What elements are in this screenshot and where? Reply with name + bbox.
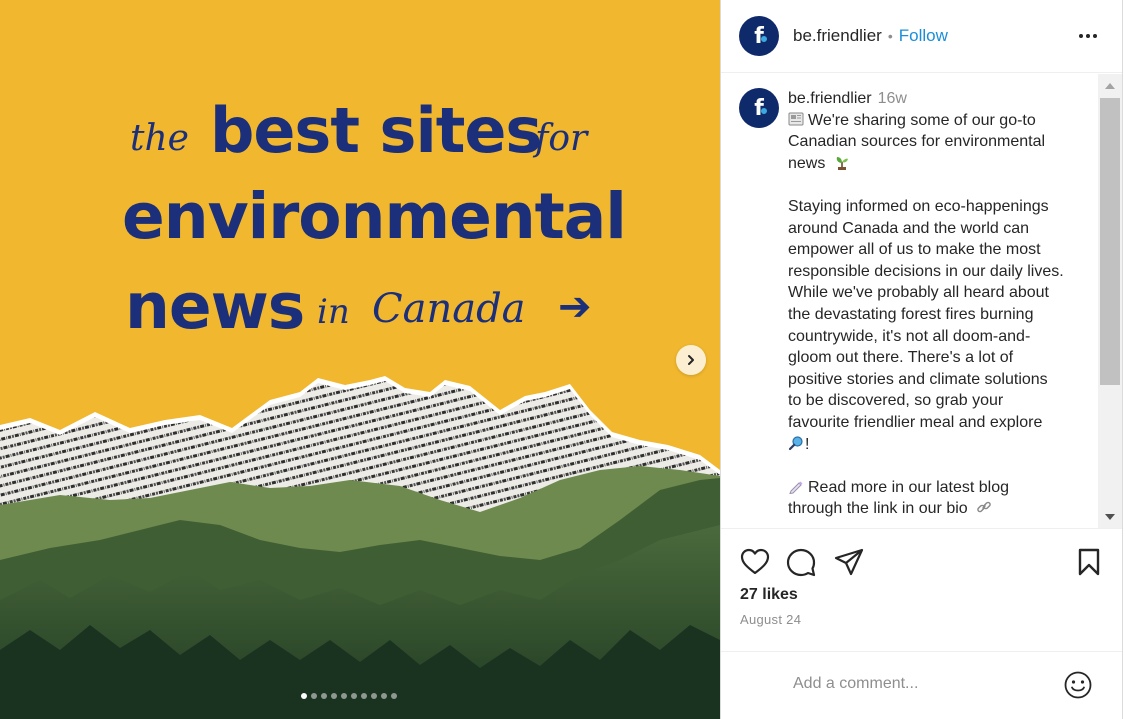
avatar[interactable]: f [739, 16, 779, 56]
paper-plane-icon [834, 548, 864, 576]
caption-line: countrywide, it's not all doom-and- [788, 327, 1031, 345]
carousel-dot [321, 693, 327, 699]
comment-input[interactable] [793, 672, 1053, 696]
carousel-next-button[interactable] [676, 345, 706, 375]
caption-line: the devastating forest fires burning [788, 305, 1034, 323]
seedling-icon [836, 156, 848, 170]
like-button[interactable] [739, 544, 771, 580]
caption-line: to be discovered, so grab your [788, 392, 1004, 410]
caption-text: be.friendlier 16w We're sharing some of o… [788, 88, 1080, 520]
caption-line: positive stories and climate solutions [788, 370, 1048, 388]
newspaper-icon [788, 112, 804, 126]
caption-line: responsible decisions in our daily lives… [788, 262, 1064, 280]
share-button[interactable] [833, 544, 865, 580]
caption-timestamp[interactable]: 16w [878, 90, 907, 107]
carousel-indicator [301, 693, 397, 699]
carousel-dot [371, 693, 377, 699]
caption-line: favourite friendlier meal and explore [788, 413, 1043, 431]
heart-icon [740, 548, 770, 575]
scroll-down-button[interactable] [1098, 509, 1122, 525]
caption-line: While we've probably all heard about [788, 284, 1049, 302]
caption-avatar[interactable]: f [739, 88, 779, 128]
more-options-button[interactable] [1076, 24, 1100, 48]
headline-word-for: for [535, 118, 588, 159]
chevron-right-icon [688, 355, 694, 365]
carousel-dot [391, 693, 397, 699]
caption-line [788, 455, 1080, 477]
caption: f be.friendlier 16w We're sharing some of… [739, 88, 1099, 520]
save-button[interactable] [1073, 544, 1105, 580]
caption-line: around Canada and the world can [788, 219, 1030, 237]
caption-line: gloom out there. There's a lot of [788, 349, 1014, 367]
caption-line [788, 174, 1080, 196]
triangle-down-icon [1105, 514, 1115, 520]
caption-line: Canadian sources for environmental [788, 133, 1046, 151]
headline-canada: Canada [372, 286, 526, 332]
caption-line: news [788, 153, 1080, 175]
comment-button[interactable] [785, 544, 817, 580]
triangle-up-icon [1105, 83, 1115, 89]
smiley-face-icon [1064, 671, 1092, 699]
headline-news: news [125, 270, 305, 343]
headline-word-the: the [130, 118, 189, 159]
caption-line: Staying informed on eco-happenings [788, 197, 1049, 215]
headline-best-sites: best sites [210, 94, 542, 167]
headline-environmental: environmental [122, 180, 627, 253]
caption-line: ! [788, 434, 1080, 456]
headline-word-in: in [317, 292, 350, 332]
header-username[interactable]: be.friendlier [793, 26, 882, 46]
scrollbar-thumb[interactable] [1100, 98, 1120, 385]
link-icon [977, 501, 991, 513]
carousel-dot [341, 693, 347, 699]
post-actions [739, 544, 1109, 580]
carousel-dot [331, 693, 337, 699]
post-header: f be.friendlier • Follow [721, 0, 1122, 73]
caption-line: through the link in our bio [788, 498, 1080, 520]
caption-line: Read more in our latest blog [788, 477, 1080, 499]
bookmark-icon [1078, 548, 1100, 576]
header-separator: • [887, 28, 893, 44]
post-date[interactable]: August 24 [740, 612, 801, 627]
follow-button[interactable]: Follow [899, 26, 948, 46]
caption-line: empower all of us to make the most [788, 241, 1041, 259]
carousel-dot [361, 693, 367, 699]
headline: the best sites for environmental news in… [0, 0, 720, 360]
carousel-dot [381, 693, 387, 699]
magnifying-glass-icon [788, 435, 803, 450]
caption-scrollbar[interactable] [1098, 74, 1122, 528]
post-media[interactable]: the best sites for environmental news in… [0, 0, 720, 719]
headline-arrow-icon: ➔ [558, 284, 592, 330]
likes-count[interactable]: 27 likes [740, 586, 798, 604]
post-sidebar: f be.friendlier • Follow f be.friendlier… [720, 0, 1123, 719]
carousel-dot [301, 693, 307, 699]
more-horizontal-icon [1079, 34, 1097, 38]
caption-area: f be.friendlier 16w We're sharing some of… [721, 74, 1122, 529]
carousel-dot [311, 693, 317, 699]
caption-username[interactable]: be.friendlier [788, 90, 872, 107]
emoji-picker-button[interactable] [1063, 670, 1093, 700]
pencil-icon [789, 481, 803, 494]
carousel-dot [351, 693, 357, 699]
caption-line: We're sharing some of our go-to [788, 110, 1080, 132]
comment-icon [786, 548, 816, 577]
scroll-up-button[interactable] [1098, 78, 1122, 94]
comment-bar [721, 651, 1122, 719]
